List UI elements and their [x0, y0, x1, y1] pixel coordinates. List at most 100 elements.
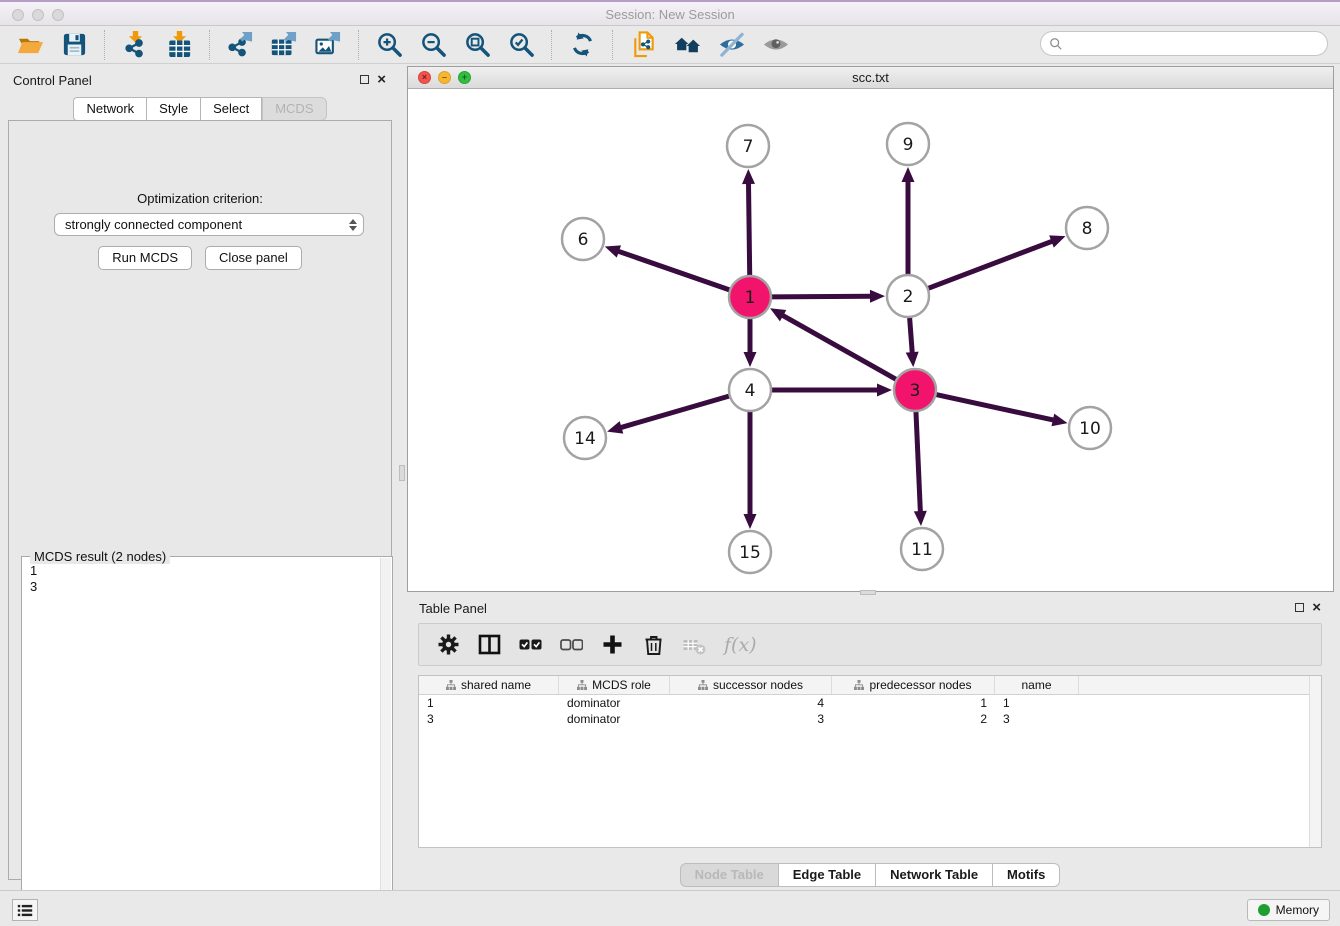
zoom-fit-button[interactable]	[455, 29, 499, 61]
export-image-button[interactable]	[306, 29, 350, 61]
plus-button[interactable]	[599, 632, 625, 658]
edge-3-11[interactable]	[916, 411, 920, 513]
save-floppy-button[interactable]	[52, 29, 96, 61]
run-mcds-button[interactable]: Run MCDS	[98, 246, 192, 270]
trash-button[interactable]	[640, 632, 666, 658]
eye-button[interactable]	[753, 29, 797, 61]
cell-predecessor-nodes[interactable]: 1	[832, 695, 995, 711]
eye-slash-button[interactable]	[709, 29, 753, 61]
node-label-3: 3	[910, 381, 921, 401]
network-window-titlebar[interactable]: × – + scc.txt	[408, 67, 1333, 89]
search-input[interactable]	[1063, 36, 1327, 51]
tab-network[interactable]: Network	[73, 97, 147, 121]
folder-open-button[interactable]	[8, 29, 52, 61]
table-panel: Table Panel × f(x) shared nameMCDS roles…	[406, 596, 1334, 888]
tab-mcds[interactable]: MCDS	[262, 97, 326, 121]
cell-successor-nodes[interactable]: 4	[670, 695, 832, 711]
table-row-2[interactable]: 3dominator323	[419, 711, 1321, 727]
window-titlebar[interactable]: Session: New Session	[0, 0, 1340, 26]
table-scrollbar[interactable]	[1309, 676, 1321, 847]
export-network-button[interactable]	[218, 29, 262, 61]
cell-shared-name[interactable]: 1	[419, 695, 559, 711]
edge-3-10[interactable]	[936, 394, 1055, 420]
edge-2-8[interactable]	[928, 241, 1054, 289]
column-header-predecessor-nodes[interactable]: predecessor nodes	[832, 676, 995, 694]
tab-select[interactable]: Select	[201, 97, 262, 121]
edge-3-1[interactable]	[781, 315, 896, 380]
column-header-shared-name[interactable]: shared name	[419, 676, 559, 694]
plus-icon	[601, 633, 624, 656]
tab-edge-table[interactable]: Edge Table	[779, 863, 876, 887]
column-header-successor-nodes[interactable]: successor nodes	[670, 676, 832, 694]
zoom-selected-button[interactable]	[499, 29, 543, 61]
search-box[interactable]	[1040, 31, 1328, 56]
edge-4-14[interactable]	[620, 396, 730, 428]
network-window-title: scc.txt	[408, 70, 1333, 85]
edge-arrowhead-3-11	[914, 511, 927, 526]
dropdown-stepper-icon	[349, 219, 357, 231]
horizontal-splitter-handle[interactable]	[860, 590, 876, 595]
edge-1-2[interactable]	[771, 296, 872, 297]
cell-successor-nodes[interactable]: 3	[670, 711, 832, 727]
zoom-out-button[interactable]	[411, 29, 455, 61]
import-network-button[interactable]	[113, 29, 157, 61]
tree-icon	[854, 680, 864, 690]
cell-predecessor-nodes[interactable]: 2	[832, 711, 995, 727]
split-columns-button[interactable]	[476, 632, 502, 658]
unchecked-boxes-button[interactable]	[558, 632, 584, 658]
node-label-10: 10	[1079, 419, 1101, 439]
table-delete-button	[681, 632, 707, 658]
tab-motifs[interactable]: Motifs	[993, 863, 1060, 887]
cell-shared-name[interactable]: 3	[419, 711, 559, 727]
import-table-button[interactable]	[157, 29, 201, 61]
optimization-criterion-select[interactable]: strongly connected component	[54, 213, 364, 236]
cell-MCDS-role[interactable]: dominator	[559, 695, 670, 711]
result-scrollbar[interactable]	[380, 558, 391, 926]
close-panel-button[interactable]: Close panel	[205, 246, 302, 270]
checked-boxes-button[interactable]	[517, 632, 543, 658]
zoom-in-button[interactable]	[367, 29, 411, 61]
edge-2-3[interactable]	[910, 317, 913, 354]
tab-network-table[interactable]: Network Table	[876, 863, 993, 887]
mcds-result-text: 1 3	[30, 563, 37, 595]
task-history-button[interactable]	[12, 899, 38, 921]
tab-style[interactable]: Style	[147, 97, 201, 121]
cell-MCDS-role[interactable]: dominator	[559, 711, 670, 727]
refresh-button[interactable]	[560, 29, 604, 61]
column-header-MCDS-role[interactable]: MCDS role	[559, 676, 670, 694]
network-canvas[interactable]: 1234678910111415	[408, 89, 1333, 591]
folder-open-icon	[17, 31, 44, 58]
edge-arrowhead-1-6	[605, 245, 621, 257]
houses-icon	[674, 31, 701, 58]
control-panel-tabs: NetworkStyleSelectMCDS	[0, 97, 400, 121]
edge-1-7[interactable]	[748, 182, 749, 276]
tab-node-table[interactable]: Node Table	[680, 863, 779, 887]
table-tabs: Node TableEdge TableNetwork TableMotifs	[406, 863, 1334, 887]
node-table[interactable]: shared nameMCDS rolesuccessor nodesprede…	[418, 675, 1322, 848]
gear-button[interactable]	[435, 632, 461, 658]
cell-name[interactable]: 3	[995, 711, 1079, 727]
column-header-name[interactable]: name	[995, 676, 1079, 694]
memory-label: Memory	[1276, 903, 1319, 917]
edge-1-6[interactable]	[617, 251, 730, 290]
float-table-panel-icon[interactable]	[1295, 603, 1304, 612]
edge-arrowhead-1-4	[744, 352, 757, 367]
cell-name[interactable]: 1	[995, 695, 1079, 711]
duplicate-network-button[interactable]	[621, 29, 665, 61]
mcds-result-box: MCDS result (2 nodes) 1 3	[21, 556, 393, 926]
function-builder-button: f(x)	[722, 634, 757, 656]
memory-button[interactable]: Memory	[1247, 899, 1330, 921]
edge-arrowhead-1-2	[870, 290, 885, 303]
tree-icon	[698, 680, 708, 690]
close-panel-icon[interactable]: ×	[377, 75, 386, 84]
float-panel-icon[interactable]	[360, 75, 369, 84]
gear-icon	[437, 633, 460, 656]
export-table-icon	[271, 31, 298, 58]
vertical-splitter-handle[interactable]	[399, 465, 405, 481]
houses-button[interactable]	[665, 29, 709, 61]
export-table-button[interactable]	[262, 29, 306, 61]
close-table-panel-icon[interactable]: ×	[1312, 603, 1321, 612]
search-icon	[1049, 37, 1063, 51]
table-row-1[interactable]: 1dominator411	[419, 695, 1321, 711]
optimization-criterion-label: Optimization criterion:	[9, 191, 391, 206]
